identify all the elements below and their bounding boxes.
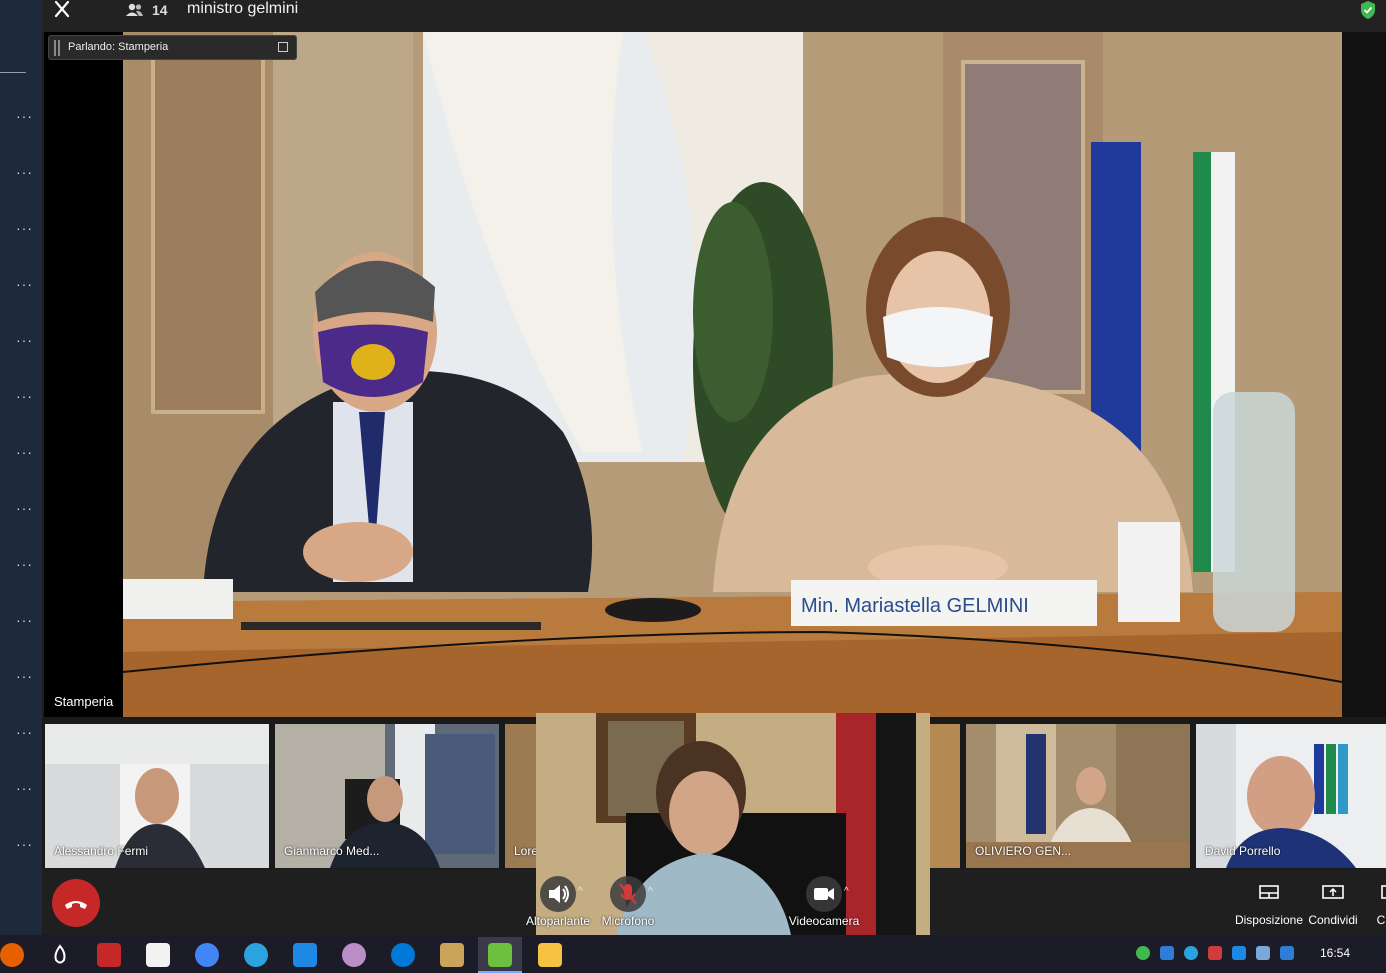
- tray-check-icon[interactable]: [1136, 946, 1150, 960]
- participant-name: David Porrello: [1205, 844, 1281, 858]
- more-icon[interactable]: ···: [16, 333, 32, 347]
- layout-grid-icon: [1259, 885, 1279, 899]
- video-camera-icon: [806, 876, 842, 912]
- chevron-up-icon[interactable]: ^: [648, 886, 653, 897]
- chevron-up-icon[interactable]: ^: [844, 886, 849, 897]
- more-icon[interactable]: ···: [16, 165, 32, 179]
- meeting-title: ministro gelmini: [187, 0, 299, 17]
- share-button[interactable]: Condividi: [1306, 884, 1360, 927]
- phone-hangup-icon: [65, 901, 87, 909]
- skype-icon[interactable]: [391, 943, 415, 967]
- more-icon[interactable]: ···: [16, 277, 32, 291]
- microphone-label: Microfono: [601, 914, 655, 928]
- rail-divider: [0, 72, 26, 73]
- flame-app-icon[interactable]: [48, 943, 72, 967]
- tray-teamviewer-icon[interactable]: [1232, 946, 1246, 960]
- main-video[interactable]: Min. Mariastella GELMINI: [44, 32, 1342, 717]
- drag-handle-icon[interactable]: [54, 40, 60, 56]
- more-icon[interactable]: ···: [16, 501, 32, 515]
- participant-tile[interactable]: OLIVIERO GEN...: [966, 724, 1190, 868]
- participant-name: OLIVIERO GEN...: [975, 844, 1072, 858]
- more-icon[interactable]: ···: [16, 445, 32, 459]
- taskbar-clock: 16:54: [1320, 946, 1351, 960]
- more-icon[interactable]: ···: [16, 557, 32, 571]
- left-rail: ··· ··· ··· ··· ··· ··· ··· ··· ··· ··· …: [0, 0, 42, 935]
- more-options-button[interactable]: C: [1376, 884, 1386, 927]
- more-icon[interactable]: ···: [16, 837, 32, 851]
- paint-icon[interactable]: [342, 943, 366, 967]
- layout-label: Disposizione: [1234, 913, 1304, 927]
- firefox-icon[interactable]: [0, 943, 24, 967]
- screen-share-icon: [1322, 885, 1344, 899]
- chrome-icon[interactable]: [195, 943, 219, 967]
- tray-telegram-icon[interactable]: [1184, 946, 1198, 960]
- title-bar: 14 ministro gelmini :: [42, 0, 1386, 32]
- more-icon[interactable]: ···: [16, 221, 32, 235]
- video-frame: Min. Mariastella GELMINI: [123, 32, 1342, 717]
- camera-label: Videocamera: [788, 914, 860, 928]
- speaker-icon: [540, 876, 576, 912]
- meeting-window: ··· ··· ··· ··· ··· ··· ··· ··· ··· ··· …: [0, 0, 1386, 973]
- participant-tile[interactable]: Gianmarco Med...: [275, 724, 499, 868]
- app-icon[interactable]: [440, 943, 464, 967]
- vnc-icon[interactable]: [146, 943, 170, 967]
- more-icon[interactable]: ···: [16, 781, 32, 795]
- participant-name: Gianmarco Med...: [284, 844, 380, 858]
- telegram-icon[interactable]: [244, 943, 268, 967]
- participant-tile[interactable]: David Porrello: [1196, 724, 1386, 868]
- nameplate: Min. Mariastella GELMINI: [801, 595, 1029, 617]
- more-options-label: C: [1376, 913, 1386, 927]
- participant-tile[interactable]: Alessandro Fermi: [45, 724, 269, 868]
- participant-video: [930, 724, 960, 868]
- layout-button[interactable]: Disposizione: [1234, 884, 1304, 927]
- app-icon[interactable]: [97, 943, 121, 967]
- camera-button[interactable]: ^ Videocamera: [784, 876, 864, 934]
- right-gutter: [1342, 32, 1386, 717]
- more-icon[interactable]: ···: [16, 389, 32, 403]
- participant-name: Lore: [514, 844, 536, 858]
- close-icon[interactable]: [52, 0, 72, 20]
- shield-check-icon[interactable]: [1359, 0, 1377, 20]
- more-icon[interactable]: ···: [16, 669, 32, 683]
- tray-network-icon[interactable]: [1256, 946, 1270, 960]
- more-icon[interactable]: ···: [16, 725, 32, 739]
- more-icon[interactable]: ···: [16, 613, 32, 627]
- active-speaker-label: Parlando: Stamperia: [68, 41, 169, 53]
- participant-tile[interactable]: [930, 724, 960, 868]
- participant-tile[interactable]: Lore: [505, 724, 536, 868]
- microphone-button[interactable]: ^ Microfono: [588, 876, 668, 934]
- main-participant-name: Stamperia: [54, 694, 114, 709]
- chevron-up-icon[interactable]: ^: [578, 886, 583, 897]
- meeting-app-icon[interactable]: [488, 943, 512, 967]
- app-icon[interactable]: [293, 943, 317, 967]
- expand-icon[interactable]: [278, 42, 288, 52]
- active-speaker-indicator[interactable]: Parlando: Stamperia: [48, 35, 297, 60]
- file-explorer-icon[interactable]: [538, 943, 562, 967]
- tray-app-icon[interactable]: [1160, 946, 1174, 960]
- tray-app-icon[interactable]: [1208, 946, 1222, 960]
- participants-icon[interactable]: [124, 3, 144, 17]
- hang-up-button[interactable]: [52, 879, 100, 927]
- more-icon[interactable]: ···: [16, 109, 32, 123]
- participant-count: 14: [152, 2, 168, 18]
- microphone-muted-icon: [610, 876, 646, 912]
- more-options-icon: [1381, 885, 1386, 899]
- participant-name: Alessandro Fermi: [54, 844, 149, 858]
- tray-security-icon[interactable]: [1280, 946, 1294, 960]
- share-label: Condividi: [1308, 913, 1358, 927]
